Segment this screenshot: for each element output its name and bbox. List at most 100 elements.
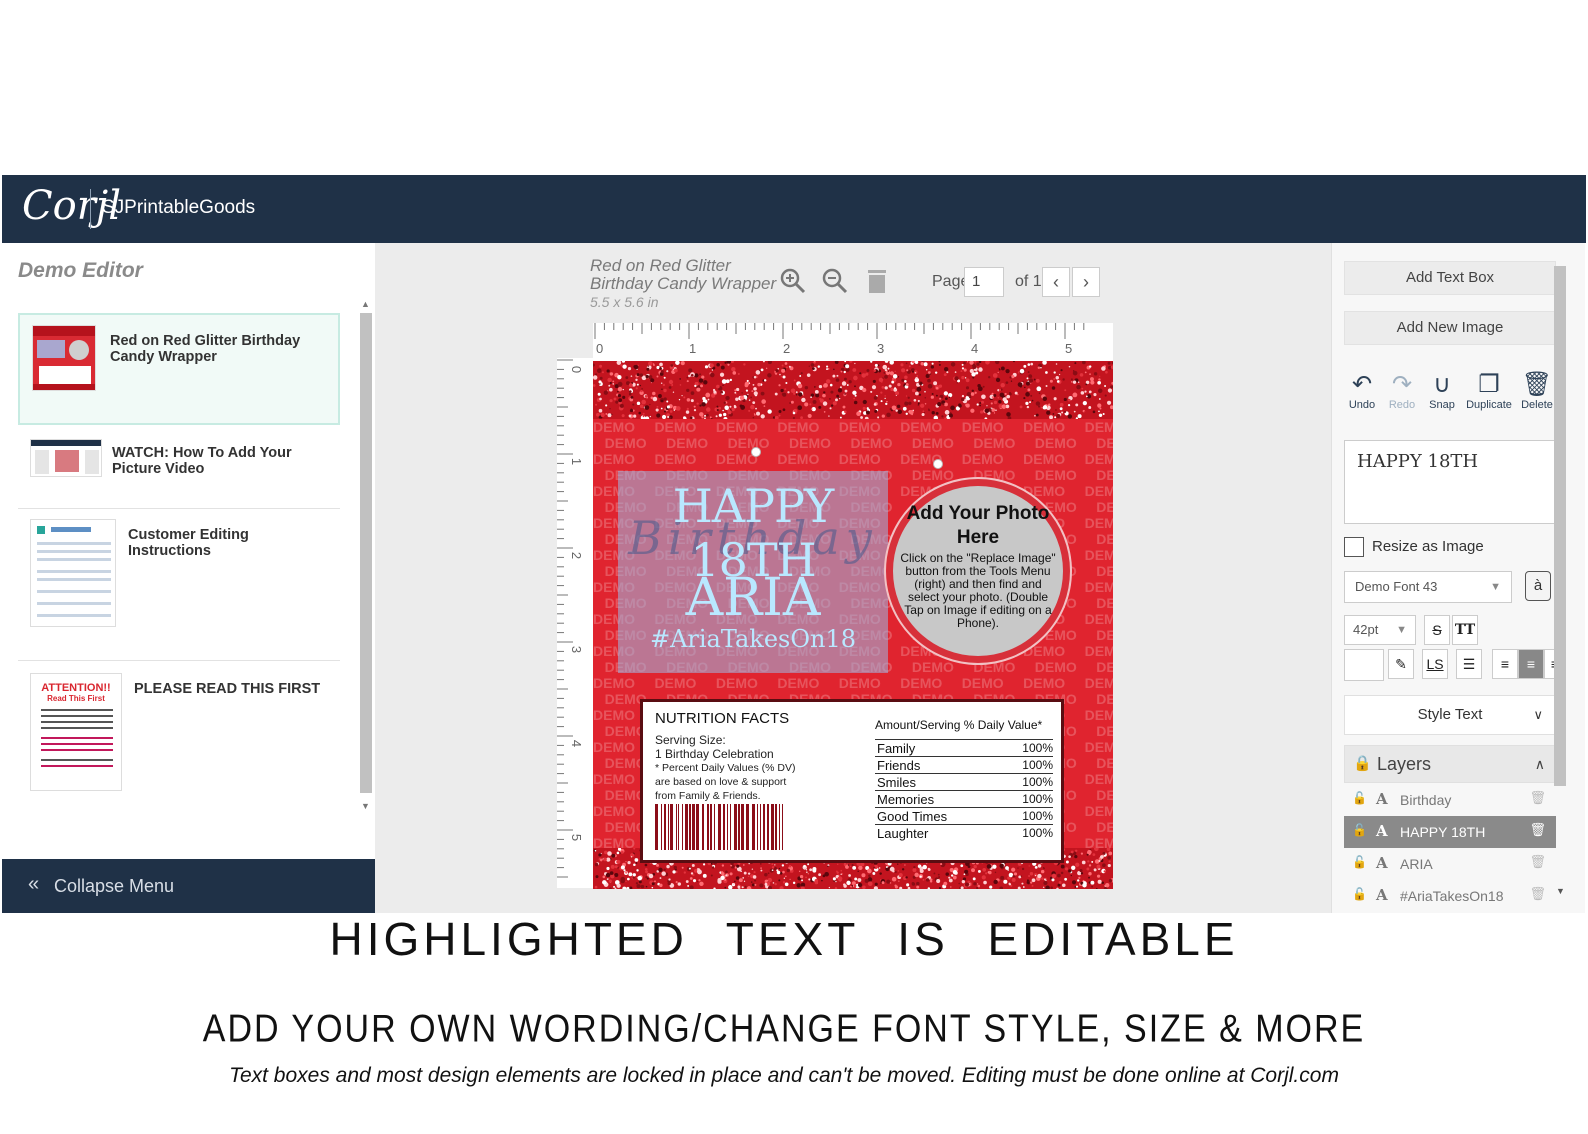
layer-item[interactable]: 🔓 A Birthday 🗑 (1344, 784, 1556, 816)
page-number-input[interactable]: 1 (964, 267, 1004, 297)
font-size-select[interactable]: 42pt ▼ (1344, 615, 1416, 645)
layer-item[interactable]: 🔓 A #AriaTakesOn18 🗑 (1344, 880, 1556, 908)
glitter-sparkle (1055, 363, 1058, 365)
template-item-candy-wrapper[interactable]: Red on Red Glitter Birthday Candy Wrappe… (18, 313, 340, 425)
delete-button[interactable]: 🗑 Delete (1518, 371, 1556, 411)
glitter-sparkle (625, 376, 629, 380)
glitter-sparkle (844, 393, 846, 395)
glitter-sparkle (960, 864, 964, 868)
trash-icon[interactable]: 🗑 (1529, 886, 1546, 902)
scroll-down-arrow[interactable]: ▼ (361, 801, 370, 811)
align-left-icon[interactable]: ≡ (1492, 649, 1518, 679)
layer-item[interactable]: 🔓 A ARIA 🗑 (1344, 848, 1556, 880)
lock-icon[interactable]: 🔓 (1352, 791, 1367, 805)
line-height-icon[interactable]: ☰ (1456, 649, 1482, 679)
trash-icon[interactable]: 🗑 (1529, 790, 1546, 806)
glitter-sparkle (636, 373, 640, 377)
text-content-field[interactable]: HAPPY 18TH (1344, 440, 1556, 524)
glitter-sparkle (956, 382, 958, 384)
glitter-sparkle (608, 879, 612, 883)
add-text-box-button[interactable]: Add Text Box (1344, 261, 1556, 295)
undo-button[interactable]: ↶ Undo (1344, 371, 1380, 411)
template-item-watch-video[interactable]: WATCH: How To Add Your Picture Video (18, 427, 340, 509)
template-item-read-first[interactable]: ATTENTION!! Read This First PLEASE READ … (18, 663, 340, 813)
photo-placeholder[interactable]: Add Your Photo Here Click on the "Replac… (886, 479, 1070, 663)
glitter-sparkle (625, 861, 627, 863)
scrollbar-thumb[interactable] (360, 313, 372, 793)
next-page-button[interactable]: › (1072, 267, 1100, 297)
font-family-select[interactable]: Demo Font 43 ▼ (1344, 571, 1512, 603)
special-characters-button[interactable]: à (1525, 571, 1551, 601)
selection-handle[interactable] (751, 447, 761, 457)
selection-handle[interactable] (933, 459, 943, 469)
glitter-sparkle (1008, 392, 1012, 396)
glitter-sparkle (1088, 390, 1092, 394)
glitter-sparkle (1075, 403, 1079, 407)
candy-wrapper-design[interactable]: DEMO DEMO DEMO DEMO DEMO DEMO DEMO DEMO … (593, 361, 1113, 889)
screenshot-stage: Corjl SJPrintableGoods Demo Editor Red o… (0, 0, 1588, 1134)
lock-icon[interactable]: 🔓 (1352, 855, 1367, 869)
strikethrough-button[interactable]: S (1424, 615, 1450, 645)
scrollbar-thumb[interactable] (1554, 266, 1566, 786)
glitter-sparkle (1026, 881, 1029, 884)
glitter-sparkle (720, 364, 722, 366)
glitter-sparkle (1108, 860, 1111, 863)
barcode-bar (741, 804, 744, 850)
glitter-sparkle (1037, 864, 1042, 868)
snap-button[interactable]: ∪ Snap (1424, 371, 1460, 411)
add-new-image-button[interactable]: Add New Image (1344, 311, 1556, 345)
all-caps-button[interactable]: TT (1452, 615, 1478, 645)
glitter-sparkle (632, 873, 636, 877)
glitter-sparkle (1067, 414, 1073, 419)
glitter-sparkle (886, 879, 891, 884)
zoom-out-icon[interactable] (821, 267, 849, 302)
trash-icon[interactable]: 🗑 (1529, 822, 1546, 838)
text-color-swatch[interactable] (1344, 649, 1384, 681)
scroll-up-arrow[interactable]: ▲ (361, 299, 370, 309)
duplicate-button[interactable]: ❐ Duplicate (1462, 371, 1516, 411)
lock-icon[interactable]: 🔓 (1352, 823, 1367, 837)
glitter-sparkle (620, 865, 625, 870)
letter-spacing-button[interactable]: LS (1422, 649, 1448, 679)
layers-header[interactable]: 🔒 Layers ∧ (1344, 745, 1556, 783)
glitter-sparkle (937, 402, 942, 407)
lock-icon[interactable]: 🔓 (1352, 887, 1367, 901)
template-item-editing-instructions[interactable]: Customer Editing Instructions (18, 509, 340, 661)
layer-item[interactable]: 🔓 A HAPPY 18TH 🗑 (1344, 816, 1556, 848)
eyedropper-icon[interactable]: ✎ (1388, 649, 1414, 679)
scroll-down-arrow[interactable]: ▼ (1556, 886, 1565, 896)
glitter-sparkle (972, 877, 976, 881)
resize-as-image-checkbox[interactable] (1344, 537, 1364, 557)
glitter-sparkle (1035, 401, 1041, 406)
style-text-dropdown[interactable]: Style Text ∨ (1344, 695, 1556, 735)
glitter-sparkle (945, 872, 950, 876)
glitter-sparkle (741, 886, 744, 889)
glitter-sparkle (982, 867, 987, 872)
glitter-sparkle (1037, 873, 1042, 879)
glitter-sparkle (1098, 398, 1101, 400)
trash-icon[interactable] (865, 267, 889, 302)
glitter-sparkle (862, 399, 867, 405)
glitter-sparkle (921, 412, 925, 417)
glitter-sparkle (884, 395, 886, 397)
collapse-menu-button[interactable]: « Collapse Menu (2, 859, 375, 913)
resize-as-image-option[interactable]: Resize as Image (1344, 537, 1484, 557)
left-scrollbar[interactable]: ▲ ▼ (358, 299, 372, 818)
glitter-sparkle (835, 378, 840, 382)
glitter-sparkle (867, 881, 873, 887)
glitter-sparkle (635, 387, 638, 390)
glitter-sparkle (999, 392, 1005, 398)
name-text[interactable]: ARIA (618, 568, 888, 628)
align-center-icon[interactable]: ≡ (1518, 649, 1544, 679)
glitter-sparkle (886, 412, 891, 418)
redo-button[interactable]: ↷ Redo (1386, 371, 1418, 411)
ruler-vertical-ticks (557, 358, 593, 888)
right-scrollbar[interactable]: ▼ (1552, 258, 1566, 898)
hashtag-text[interactable]: #AriaTakesOn18 (618, 625, 888, 653)
glitter-sparkle (792, 411, 796, 415)
glitter-sparkle (965, 378, 970, 383)
glitter-sparkle (971, 868, 975, 873)
trash-icon[interactable]: 🗑 (1529, 854, 1546, 870)
prev-page-button[interactable]: ‹ (1042, 267, 1070, 297)
zoom-in-icon[interactable] (779, 267, 807, 302)
